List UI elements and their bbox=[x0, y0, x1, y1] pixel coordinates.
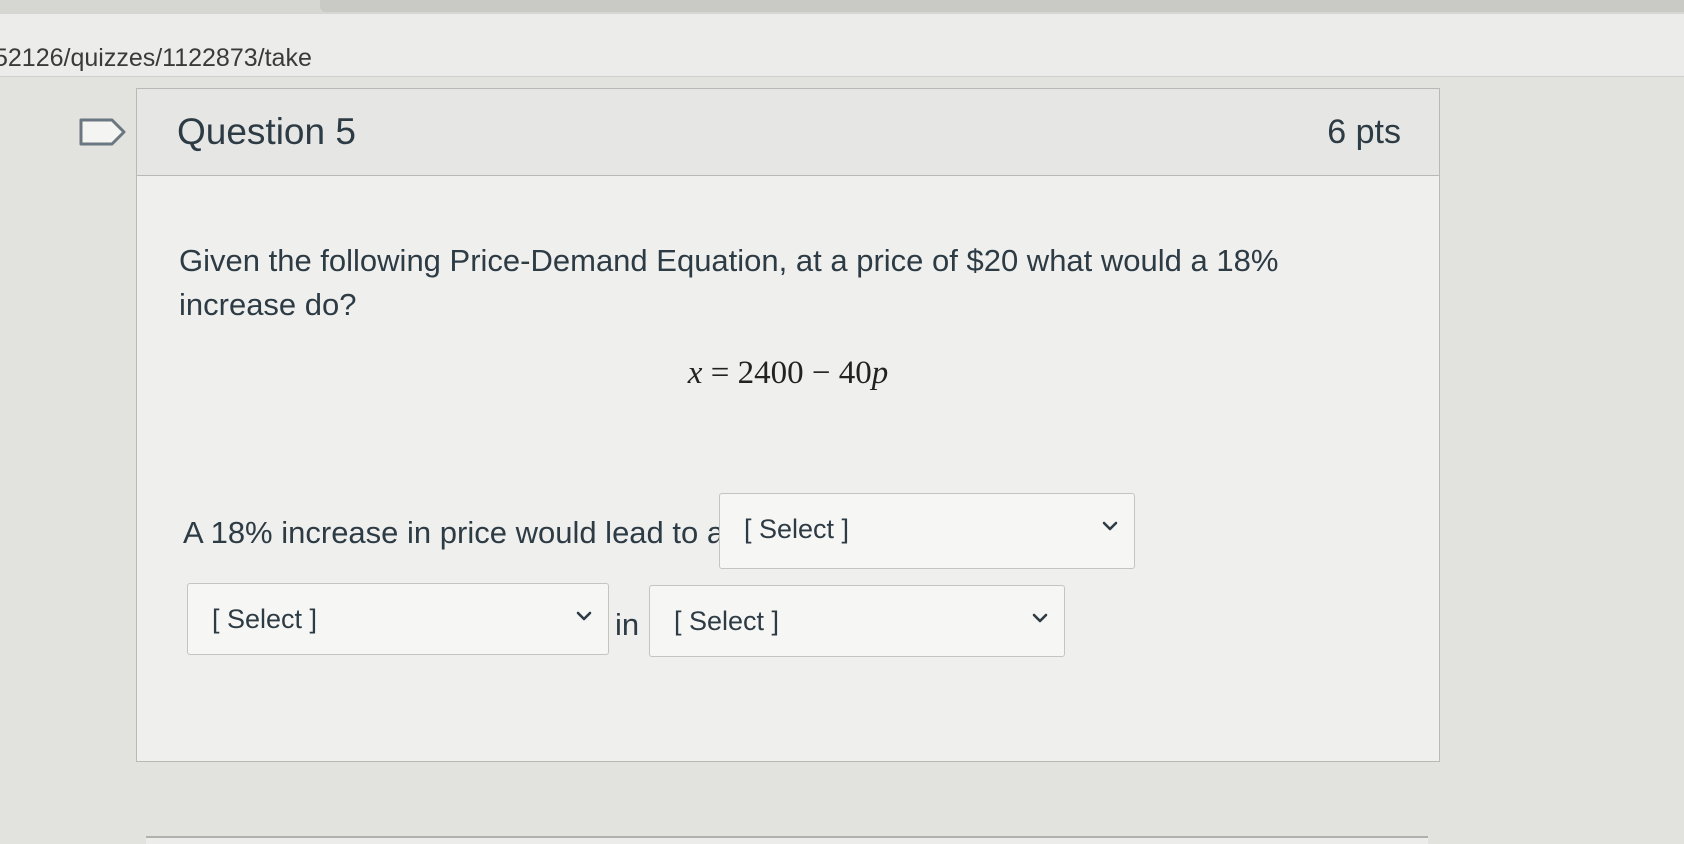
next-question-edge bbox=[146, 836, 1428, 844]
question-text: Given the following Price-Demand Equatio… bbox=[179, 243, 1279, 322]
answer-prompt: A 18% increase in price would lead to a bbox=[183, 515, 725, 550]
chevron-down-icon bbox=[576, 611, 592, 621]
equation-lhs: x bbox=[687, 355, 703, 391]
equation-coefficient: 40 bbox=[838, 355, 872, 391]
url-text[interactable]: 52126/quizzes/1122873/take bbox=[0, 44, 312, 73]
question-header: Question 5 6 pts bbox=[137, 89, 1439, 176]
address-bar[interactable]: 52126/quizzes/1122873/take bbox=[0, 14, 1684, 77]
equation-minus: − bbox=[803, 355, 839, 391]
connector-label: in bbox=[615, 607, 640, 642]
answer-select-1[interactable]: [ Select ] bbox=[719, 493, 1135, 569]
chevron-down-icon bbox=[1032, 613, 1048, 623]
browser-tab[interactable] bbox=[320, 0, 1684, 12]
select-value: [ Select ] bbox=[744, 514, 850, 544]
browser-tab-strip bbox=[0, 0, 1684, 14]
answer-select-2[interactable]: [ Select ] bbox=[187, 583, 609, 655]
select-value: [ Select ] bbox=[674, 606, 780, 636]
price-demand-equation: x = 2400 − 40p bbox=[137, 355, 1439, 392]
equation-variable: p bbox=[871, 355, 889, 391]
answer-select-3[interactable]: [ Select ] bbox=[649, 585, 1065, 657]
question-card: Question 5 6 pts Given the following Pri… bbox=[136, 88, 1440, 762]
select-value: [ Select ] bbox=[212, 604, 318, 634]
equation-equals: = bbox=[702, 355, 738, 391]
flag-icon[interactable] bbox=[78, 116, 130, 148]
equation-constant: 2400 bbox=[737, 355, 804, 391]
chevron-down-icon bbox=[1102, 521, 1118, 531]
question-points: 6 pts bbox=[1327, 113, 1401, 151]
question-title: Question 5 bbox=[177, 111, 356, 152]
